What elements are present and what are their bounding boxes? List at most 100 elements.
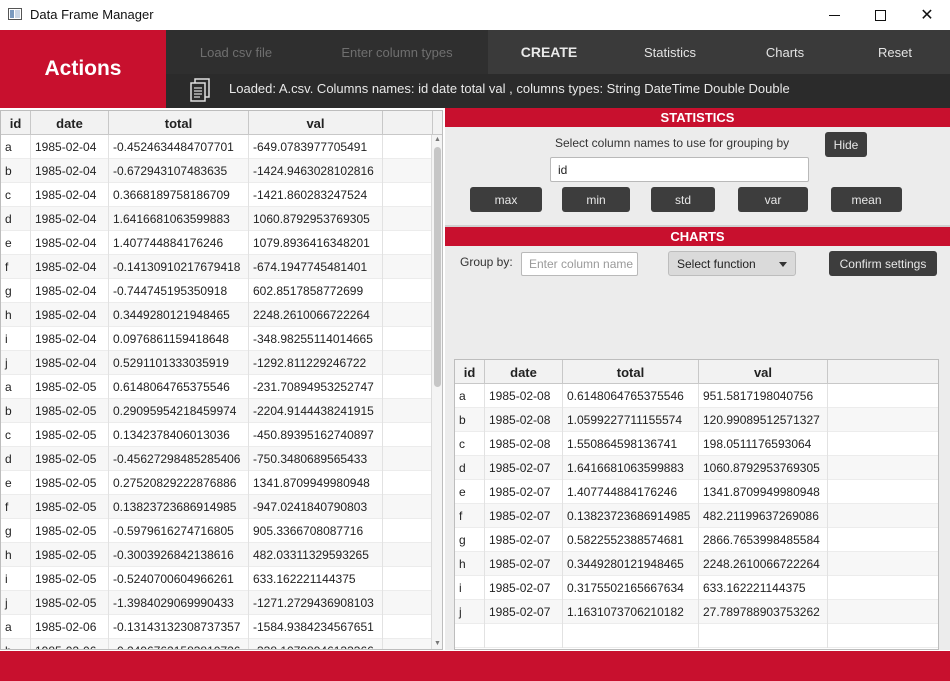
document-icon bbox=[190, 78, 210, 102]
table-row[interactable]: i 1985-02-07 0.3175502165667634 633.1622211… bbox=[455, 576, 938, 600]
table-row[interactable] bbox=[455, 624, 938, 648]
result-header-total[interactable]: total bbox=[563, 360, 699, 384]
table-row[interactable]: a 1985-02-06 -0.13143132308737357 -1584.938… bbox=[1, 615, 442, 639]
hide-button[interactable]: Hide bbox=[825, 132, 867, 157]
table-row[interactable]: e 1985-02-07 1.407744884176246 1341.8709949… bbox=[455, 480, 938, 504]
cell-date: 1985-02-05 bbox=[31, 543, 109, 567]
load-csv-button[interactable]: Load csv file bbox=[166, 30, 306, 74]
confirm-settings-button[interactable]: Confirm settings bbox=[829, 251, 937, 276]
table-row[interactable]: a 1985-02-04 -0.4524634484707701 -649.07839… bbox=[1, 135, 442, 159]
statistics-button[interactable]: Statistics bbox=[610, 30, 730, 74]
footer-bar bbox=[0, 651, 950, 681]
cell-total: 1.407744884176246 bbox=[109, 231, 249, 255]
table-row[interactable]: d 1985-02-04 1.6416681063599883 1060.879295… bbox=[1, 207, 442, 231]
table-row[interactable]: j 1985-02-04 0.5291101333035919 -1292.81122… bbox=[1, 351, 442, 375]
minimize-button[interactable] bbox=[811, 0, 857, 30]
cell-id: h bbox=[1, 303, 31, 327]
app-icon bbox=[8, 8, 22, 20]
table-row[interactable]: f 1985-02-04 -0.14130910217679418 -674.1947… bbox=[1, 255, 442, 279]
mean-button[interactable]: mean bbox=[831, 187, 902, 212]
table-row[interactable]: g 1985-02-05 -0.5979616274716805 905.336670… bbox=[1, 519, 442, 543]
cell-filler bbox=[828, 624, 938, 648]
cell-id: a bbox=[455, 384, 485, 408]
scroll-down-icon[interactable]: ▼ bbox=[434, 640, 441, 648]
table-row[interactable]: j 1985-02-07 1.1631073706210182 27.78978890… bbox=[455, 600, 938, 624]
cell-id: e bbox=[1, 471, 31, 495]
max-button[interactable]: max bbox=[470, 187, 542, 212]
scrollbar-thumb[interactable] bbox=[434, 147, 441, 387]
close-button[interactable]: ✕ bbox=[904, 0, 950, 30]
std-button[interactable]: std bbox=[651, 187, 715, 212]
group-by-input[interactable]: Enter column name bbox=[521, 252, 638, 276]
table-row[interactable]: b1985-02-06-0.24967621583810726-338.1079… bbox=[1, 639, 442, 649]
table-row[interactable]: a 1985-02-08 0.6148064765375546 951.5817198… bbox=[455, 384, 938, 408]
table-row[interactable]: c 1985-02-05 0.1342378406013036 -450.893951… bbox=[1, 423, 442, 447]
cell-id: c bbox=[1, 183, 31, 207]
table-row[interactable]: i 1985-02-05 -0.5240700604966261 633.162221… bbox=[1, 567, 442, 591]
result-header-date[interactable]: date bbox=[485, 360, 563, 384]
table-row[interactable]: c 1985-02-04 0.3668189758186709 -1421.86028… bbox=[1, 183, 442, 207]
cell-id: c bbox=[455, 432, 485, 456]
cell-total: -0.13143132308737357 bbox=[109, 615, 249, 639]
table-row[interactable]: g 1985-02-04 -0.744745195350918 602.8517858… bbox=[1, 279, 442, 303]
column-header-date[interactable]: date bbox=[31, 111, 109, 135]
cell-filler bbox=[828, 384, 938, 408]
enter-column-types-button[interactable]: Enter column types bbox=[306, 30, 488, 74]
data-frame-table[interactable]: id date total val a 1985-02-04 -0.45246344… bbox=[0, 110, 443, 650]
cell-filler bbox=[383, 159, 433, 183]
maximize-button[interactable] bbox=[857, 0, 903, 30]
column-header-filler bbox=[383, 111, 433, 135]
table-row[interactable]: c 1985-02-08 1.550864598136741 198.05111765… bbox=[455, 432, 938, 456]
create-button[interactable]: CREATE bbox=[488, 30, 610, 74]
table-row[interactable]: e 1985-02-04 1.407744884176246 1079.8936416… bbox=[1, 231, 442, 255]
table-row[interactable]: b 1985-02-08 1.0599227711155574 120.9908951… bbox=[455, 408, 938, 432]
table-row[interactable]: b 1985-02-05 0.29095954218459974 -2204.9144… bbox=[1, 399, 442, 423]
table-row[interactable]: d 1985-02-05 -0.45627298485285406 -750.3480… bbox=[1, 447, 442, 471]
table-row[interactable]: h 1985-02-04 0.3449280121948465 2248.261006… bbox=[1, 303, 442, 327]
cell-total: 0.13823723686914985 bbox=[563, 504, 699, 528]
table-row[interactable]: d 1985-02-07 1.6416681063599883 1060.879295… bbox=[455, 456, 938, 480]
table-row[interactable]: f 1985-02-07 0.13823723686914985 482.211996… bbox=[455, 504, 938, 528]
table-row[interactable]: e 1985-02-05 0.27520829222876886 1341.87099… bbox=[1, 471, 442, 495]
info-bar: Loaded: A.csv. Columns names: id date to… bbox=[166, 74, 950, 108]
column-header-val[interactable]: val bbox=[249, 111, 383, 135]
cell-total: 1.6416681063599883 bbox=[563, 456, 699, 480]
var-button[interactable]: var bbox=[738, 187, 808, 212]
scroll-up-icon[interactable]: ▲ bbox=[434, 136, 441, 144]
cell-filler bbox=[828, 528, 938, 552]
cell-date: 1985-02-04 bbox=[31, 279, 109, 303]
result-header-val[interactable]: val bbox=[699, 360, 828, 384]
select-function-dropdown[interactable]: Select function bbox=[668, 251, 796, 276]
cell-total: -0.24967621583810726 bbox=[109, 639, 249, 649]
cell-id: g bbox=[1, 519, 31, 543]
cell-total bbox=[563, 624, 699, 648]
column-header-total[interactable]: total bbox=[109, 111, 249, 135]
cell-date: 1985-02-05 bbox=[31, 423, 109, 447]
cell-id: b bbox=[1, 159, 31, 183]
cell-val: 482.03311329593265 bbox=[249, 543, 383, 567]
result-header-id[interactable]: id bbox=[455, 360, 485, 384]
vertical-scrollbar[interactable]: ▲ ▼ bbox=[431, 135, 442, 649]
table-row[interactable]: b 1985-02-04 -0.672943107483635 -1424.94630… bbox=[1, 159, 442, 183]
charts-button[interactable]: Charts bbox=[730, 30, 840, 74]
cell-filler bbox=[383, 495, 433, 519]
column-header-id[interactable]: id bbox=[1, 111, 31, 135]
table-row[interactable]: g 1985-02-07 0.5822552388574681 2866.765399… bbox=[455, 528, 938, 552]
cell-total: 0.1342378406013036 bbox=[109, 423, 249, 447]
table-row[interactable]: j 1985-02-05 -1.3984029069990433 -1271.2729… bbox=[1, 591, 442, 615]
grouping-input[interactable]: id bbox=[550, 157, 809, 182]
table-row[interactable]: a 1985-02-05 0.6148064765375546 -231.708949… bbox=[1, 375, 442, 399]
table-row[interactable]: i 1985-02-04 0.0976861159418648 -348.982551… bbox=[1, 327, 442, 351]
cell-val: -2204.9144438241915 bbox=[249, 399, 383, 423]
cell-total: 0.5822552388574681 bbox=[563, 528, 699, 552]
result-table-header: id date total val bbox=[455, 360, 938, 384]
cell-val: -1424.9463028102816 bbox=[249, 159, 383, 183]
reset-button[interactable]: Reset bbox=[840, 30, 950, 74]
min-button[interactable]: min bbox=[562, 187, 630, 212]
table-row[interactable]: f 1985-02-05 0.13823723686914985 -947.02418… bbox=[1, 495, 442, 519]
cell-total: 0.29095954218459974 bbox=[109, 399, 249, 423]
cell-date: 1985-02-07 bbox=[485, 552, 563, 576]
table-row[interactable]: h 1985-02-07 0.3449280121948465 2248.261006… bbox=[455, 552, 938, 576]
statistics-result-table[interactable]: id date total val a 1985-02-08 0.614806476… bbox=[454, 359, 939, 650]
table-row[interactable]: h 1985-02-05 -0.3003926842138616 482.033113… bbox=[1, 543, 442, 567]
